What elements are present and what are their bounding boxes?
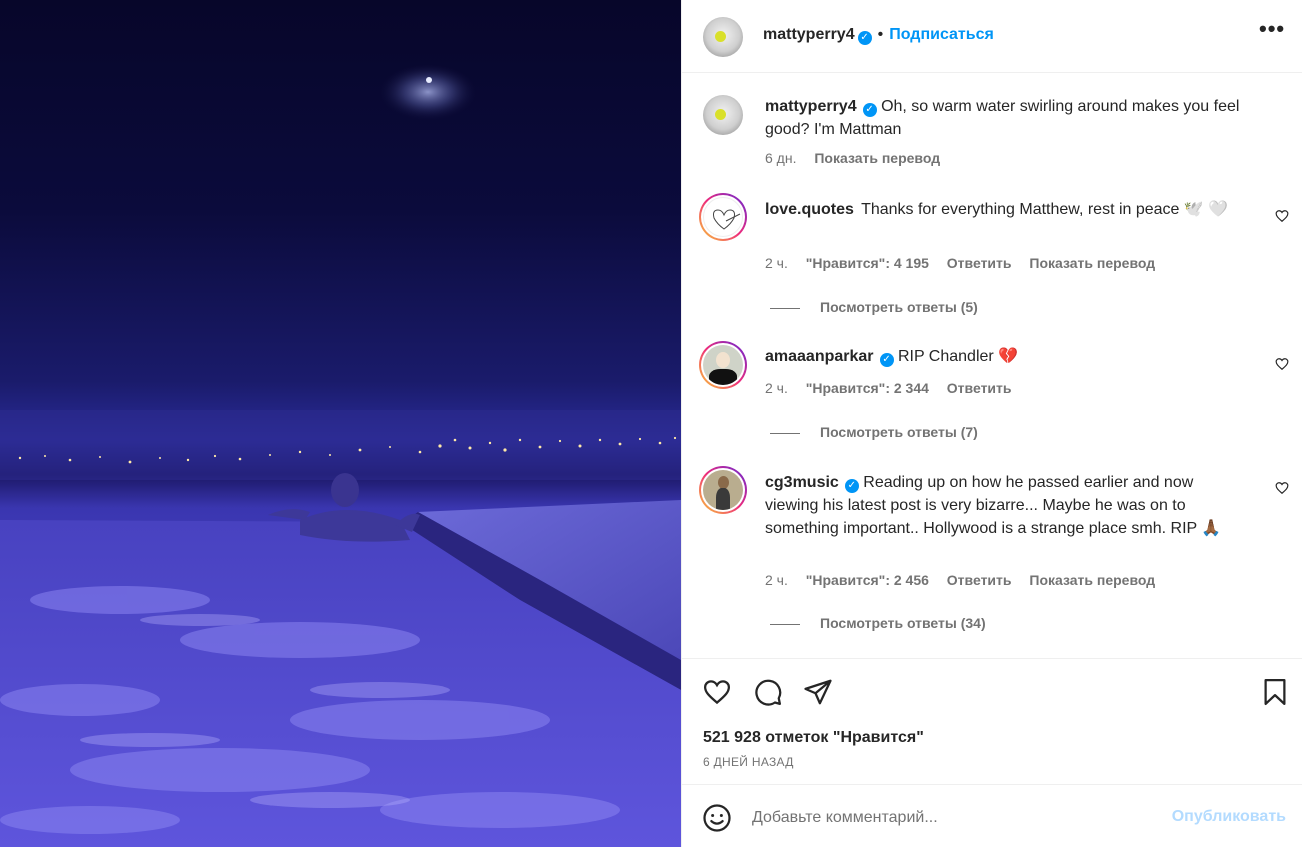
caption-translate-button[interactable]: Показать перевод	[814, 150, 940, 166]
caption-meta: 6 дн. Показать перевод	[765, 150, 954, 166]
comment-text: amaaanparkar ✓ RIP Chandler 💔	[765, 345, 1245, 368]
author-avatar[interactable]	[703, 95, 743, 135]
replies-line	[770, 307, 800, 309]
replies-line	[770, 623, 800, 625]
comment-text: love.quotes Thanks for everything Matthe…	[765, 198, 1245, 221]
author-avatar[interactable]	[703, 17, 743, 57]
translate-button[interactable]: Показать перевод	[1029, 572, 1155, 588]
comment-input[interactable]	[752, 805, 1152, 831]
translate-button[interactable]: Показать перевод	[1029, 255, 1155, 271]
commenter-avatar[interactable]	[699, 466, 747, 514]
reply-button[interactable]: Ответить	[947, 380, 1012, 396]
view-replies-label: Посмотреть ответы (5)	[820, 299, 978, 315]
comment-text: cg3music ✓ Reading up on how he passed ea…	[765, 471, 1250, 540]
verified-icon: ✓	[844, 479, 859, 493]
post-header: mattyperry4 ✓ • Подписаться •••	[682, 0, 1302, 73]
comment-time[interactable]: 2 ч.	[765, 572, 788, 588]
view-replies-label: Посмотреть ответы (34)	[820, 615, 986, 631]
heart-sketch-icon	[713, 209, 741, 230]
verified-icon: ✓	[857, 31, 872, 45]
view-replies-button[interactable]: Посмотреть ответы (5)	[770, 299, 978, 315]
likes-count[interactable]: 521 928 отметок "Нравится"	[703, 729, 924, 747]
comment-meta: 2 ч. "Нравится": 2 456 Ответить Показать…	[765, 572, 1169, 588]
comment-likes[interactable]: "Нравится": 2 344	[806, 380, 929, 396]
comment-like-heart-icon[interactable]	[1275, 481, 1289, 495]
comment-time[interactable]: 2 ч.	[765, 380, 788, 396]
post-actions: 521 928 отметок "Нравится" 6 ДНЕЙ НАЗАД	[682, 658, 1302, 784]
caption-text: mattyperry4 ✓ Oh, so warm water swirling …	[765, 95, 1245, 141]
follow-button[interactable]: Подписаться	[889, 26, 994, 43]
comment-meta: 2 ч. "Нравится": 2 344 Ответить	[765, 380, 1026, 396]
reply-button[interactable]: Ответить	[947, 572, 1012, 588]
post-photo	[0, 0, 681, 847]
comment-icon[interactable]	[753, 677, 783, 707]
smiley-icon[interactable]	[702, 803, 732, 833]
heart-icon[interactable]	[702, 677, 732, 707]
comment-meta: 2 ч. "Нравится": 4 195 Ответить Показать…	[765, 255, 1169, 271]
caption-time[interactable]: 6 дн.	[765, 150, 796, 166]
comment-like-heart-icon[interactable]	[1275, 209, 1289, 223]
separator-dot: •	[877, 26, 884, 43]
comments-list[interactable]: mattyperry4 ✓ Oh, so warm water swirling …	[682, 74, 1302, 658]
author-username[interactable]: mattyperry4	[763, 26, 855, 43]
post-date[interactable]: 6 ДНЕЙ НАЗАД	[703, 755, 794, 769]
commenter-avatar[interactable]	[699, 193, 747, 241]
replies-line	[770, 432, 800, 434]
comment-username[interactable]: love.quotes	[765, 201, 854, 218]
view-replies-button[interactable]: Посмотреть ответы (34)	[770, 615, 986, 631]
verified-icon: ✓	[862, 103, 877, 117]
paper-plane-icon[interactable]	[803, 677, 833, 707]
caption-username[interactable]: mattyperry4	[765, 98, 857, 115]
reply-button[interactable]: Ответить	[947, 255, 1012, 271]
comment-body: Thanks for everything Matthew, rest in p…	[861, 201, 1229, 218]
post-side-panel: mattyperry4 ✓ • Подписаться ••• mattyperry4…	[681, 0, 1302, 847]
view-replies-label: Посмотреть ответы (7)	[820, 424, 978, 440]
commenter-avatar[interactable]	[699, 341, 747, 389]
bookmark-icon[interactable]	[1260, 677, 1290, 707]
comment-username[interactable]: amaaanparkar	[765, 348, 874, 365]
comment-composer: Опубликовать	[682, 784, 1302, 847]
comment-likes[interactable]: "Нравится": 4 195	[806, 255, 929, 271]
comment-time[interactable]: 2 ч.	[765, 255, 788, 271]
more-options-icon[interactable]: •••	[1259, 18, 1284, 46]
comment-username[interactable]: cg3music	[765, 474, 839, 491]
comment-body: RIP Chandler 💔	[897, 348, 1019, 365]
comment-likes[interactable]: "Нравится": 2 456	[806, 572, 929, 588]
comment-like-heart-icon[interactable]	[1275, 357, 1289, 371]
view-replies-button[interactable]: Посмотреть ответы (7)	[770, 424, 978, 440]
verified-icon: ✓	[879, 353, 894, 367]
publish-button[interactable]: Опубликовать	[1172, 808, 1286, 826]
